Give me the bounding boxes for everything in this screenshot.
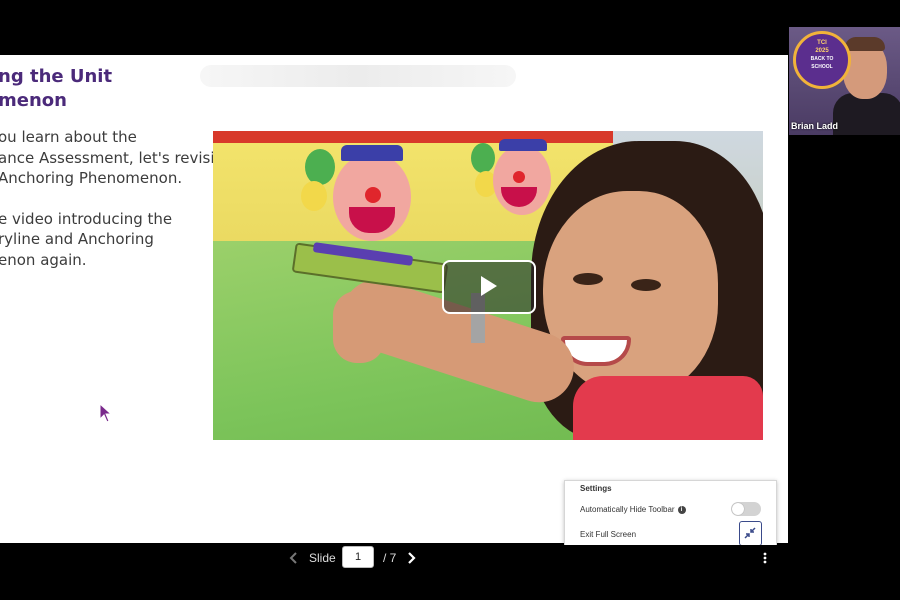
slide-text-line: ryline and Anchoring (0, 230, 154, 248)
balloon-illustration (305, 149, 335, 185)
slide-canvas: ng the Unit menon ou learn about the anc… (0, 55, 788, 543)
clown-hat-illustration (499, 139, 547, 151)
settings-title: Settings (580, 484, 612, 493)
toggle-knob (732, 503, 744, 515)
auto-hide-toolbar-row: Automatically Hide Toolbar i (580, 505, 686, 514)
girl-shirt-illustration (573, 376, 763, 440)
chevron-left-icon (289, 552, 297, 564)
clown-hat-illustration (341, 145, 403, 161)
presenter-hair-illustration (845, 37, 885, 51)
slide-text-line: ance Assessment, let's revisit (0, 148, 221, 167)
previous-slide-button[interactable] (287, 550, 301, 566)
clown-nose-illustration (365, 187, 381, 203)
presenter-body-illustration (833, 93, 900, 135)
slide-total: / 7 (383, 551, 397, 565)
girl-eye-illustration (631, 279, 661, 291)
slide-body-text: ou learn about the ance Assessment, let'… (0, 127, 221, 290)
play-button[interactable] (442, 260, 536, 314)
slide-paragraph: e video introducing the ryline and Ancho… (0, 209, 208, 271)
back-to-school-badge: TCI 2025 BACK TO SCHOOL (793, 31, 851, 89)
slide-header-placeholder (200, 65, 516, 87)
balloon-illustration (471, 143, 495, 173)
presenter-name: Brian Ladd (791, 121, 839, 131)
next-slide-button[interactable] (404, 550, 418, 566)
slide-title: ng the Unit menon (0, 65, 112, 113)
badge-year: 2025 (815, 48, 829, 54)
girl-hand-illustration (333, 291, 385, 363)
badge-logo: TCI (817, 40, 827, 46)
clown-nose-illustration (513, 171, 525, 183)
slide-text-line: e video introducing the (0, 209, 173, 228)
chevron-right-icon (408, 552, 416, 564)
balloon-illustration (301, 181, 327, 211)
more-vertical-icon (763, 552, 767, 564)
play-icon (481, 276, 497, 296)
slide-text-line: ou learn about the (0, 128, 137, 146)
exit-fullscreen-icon (744, 527, 756, 539)
girl-eye-illustration (573, 273, 603, 285)
exit-fullscreen-label: Exit Full Screen (580, 530, 637, 539)
slide-text-line: Anchoring Phenomenon. (0, 169, 183, 187)
auto-hide-toolbar-toggle[interactable] (731, 502, 761, 516)
slide-toolbar: Slide / 7 (0, 545, 900, 570)
video-player[interactable] (213, 131, 763, 440)
slide-title-line: menon (0, 90, 67, 111)
settings-panel: Settings Automatically Hide Toolbar i Exi… (564, 480, 777, 548)
slide-number-input[interactable] (342, 546, 374, 568)
mouse-cursor-icon (99, 403, 113, 423)
auto-hide-toolbar-label: Automatically Hide Toolbar (580, 505, 675, 514)
slide-text-line: enon again. (0, 250, 87, 269)
badge-subtitle: BACK TO (810, 56, 834, 62)
presenter-webcam: TCI 2025 BACK TO SCHOOL Brian Ladd (789, 27, 900, 135)
badge-subtitle: SCHOOL (811, 64, 833, 70)
slide-title-line: ng the Unit (0, 66, 113, 87)
slide-paragraph: ou learn about the ance Assessment, let'… (0, 127, 221, 189)
info-icon[interactable]: i (677, 505, 686, 514)
app-root: ng the Unit menon ou learn about the anc… (0, 0, 900, 600)
slide-label: Slide (309, 551, 336, 565)
more-options-button[interactable] (759, 550, 771, 566)
exit-fullscreen-button[interactable] (739, 521, 762, 546)
